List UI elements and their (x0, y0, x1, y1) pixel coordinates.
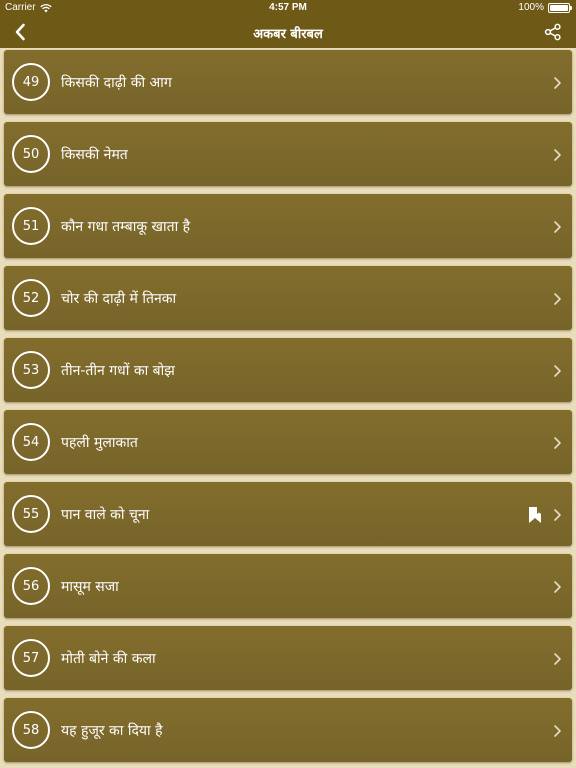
chevron-right-icon (554, 293, 561, 305)
story-number-badge: 55 (12, 495, 50, 533)
page-title: अकबर बीरबल (253, 27, 323, 42)
list-item[interactable]: 51 कौन गधा तम्बाकू खाता है (4, 194, 572, 258)
list-item[interactable]: 56 मासूम सजा (4, 554, 572, 618)
story-title: यह हुजूर का दिया है (61, 723, 163, 739)
share-button[interactable] (542, 21, 564, 43)
story-title: मासूम सजा (61, 579, 119, 595)
story-title: तीन-तीन गधों का बोझ (61, 363, 175, 379)
story-title: पहली मुलाकात (61, 435, 138, 451)
list-item[interactable]: 54 पहली मुलाकात (4, 410, 572, 474)
story-title: पान वाले को चूना (61, 507, 150, 523)
chevron-right-icon (554, 509, 561, 521)
list-item[interactable]: 49 किसकी दाढ़ी की आग (4, 50, 572, 114)
list-item[interactable]: 58 यह हुजूर का दिया है (4, 698, 572, 762)
story-number-badge: 57 (12, 639, 50, 677)
battery-icon (548, 2, 572, 13)
list-item[interactable]: 55 पान वाले को चूना (4, 482, 572, 546)
list-item[interactable]: 57 मोती बोने की कला (4, 626, 572, 690)
chevron-right-icon (554, 77, 561, 89)
list-item[interactable]: 50 किसकी नेमत (4, 122, 572, 186)
back-button[interactable] (8, 21, 32, 43)
list-item[interactable]: 52 चोर की दाढ़ी में तिनका (4, 266, 572, 330)
chevron-right-icon (554, 365, 561, 377)
story-number-badge: 53 (12, 351, 50, 389)
list-item[interactable]: 53 तीन-तीन गधों का बोझ (4, 338, 572, 402)
story-number-badge: 51 (12, 207, 50, 245)
story-number-badge: 49 (12, 63, 50, 101)
chevron-right-icon (554, 581, 561, 593)
story-title: चोर की दाढ़ी में तिनका (61, 291, 177, 307)
status-time: 4:57 PM (269, 2, 307, 13)
story-number-badge: 50 (12, 135, 50, 173)
story-number-badge: 56 (12, 567, 50, 605)
chevron-right-icon (554, 653, 561, 665)
battery-fill (550, 4, 568, 11)
story-number-badge: 54 (12, 423, 50, 461)
chevron-right-icon (554, 221, 561, 233)
bookmark-icon[interactable] (528, 507, 542, 523)
story-list: 49 किसकी दाढ़ी की आग 50 किसकी नेमत 51 कौन गधा… (0, 48, 576, 768)
status-bar: Carrier 4:57 PM 100% (0, 0, 576, 16)
battery-percent: 100% (518, 2, 544, 13)
navigation-bar: अकबर बीरबल (0, 16, 576, 48)
chevron-right-icon (554, 725, 561, 737)
share-icon (544, 23, 561, 41)
chevron-right-icon (554, 437, 561, 449)
chevron-left-icon (15, 23, 25, 41)
story-title: मोती बोने की कला (61, 651, 156, 667)
story-title: किसकी नेमत (61, 147, 128, 163)
status-right: 100% (518, 2, 572, 13)
story-title: किसकी दाढ़ी की आग (61, 75, 172, 91)
chevron-right-icon (554, 149, 561, 161)
story-number-badge: 52 (12, 279, 50, 317)
story-title: कौन गधा तम्बाकू खाता है (61, 219, 191, 235)
story-number-badge: 58 (12, 711, 50, 749)
